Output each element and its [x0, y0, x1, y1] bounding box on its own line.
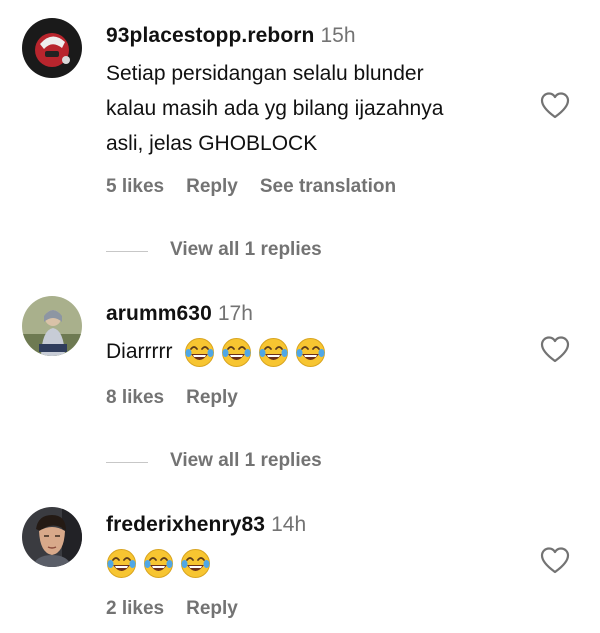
- username[interactable]: arumm630: [106, 302, 212, 325]
- likes-count[interactable]: 2 likes: [106, 598, 164, 619]
- comment-text-line: Setiap persidangan selalu blunder: [106, 62, 424, 85]
- comment-text: Diarrrrr: [106, 334, 536, 369]
- comment-actions: 8 likes Reply: [106, 387, 238, 409]
- likes-count[interactable]: 8 likes: [106, 387, 164, 408]
- timestamp: 14h: [271, 513, 307, 536]
- view-replies-button[interactable]: View all 1 replies: [170, 450, 322, 472]
- face-with-tears-of-joy-emoji: [221, 337, 252, 368]
- view-replies-button[interactable]: View all 1 replies: [170, 239, 322, 261]
- comment-text: Setiap persidangan selalu blunder kalau …: [106, 56, 536, 161]
- comment-text: [106, 545, 536, 580]
- replies-divider: [106, 251, 148, 252]
- comment-text-line: Diarrrrr: [106, 334, 536, 369]
- face-with-tears-of-joy-emoji: [258, 337, 289, 368]
- timestamp: 15h: [320, 24, 356, 47]
- comment-text-line: kalau masih ada yg bilang ijazahnya: [106, 97, 444, 120]
- comment-header: 93placestopp.reborn 15h: [106, 24, 356, 48]
- username[interactable]: frederixhenry83: [106, 513, 265, 536]
- comment-actions: 5 likes Reply See translation: [106, 176, 396, 198]
- reply-button[interactable]: Reply: [186, 176, 238, 197]
- face-with-tears-of-joy-emoji: [184, 337, 215, 368]
- avatar[interactable]: [22, 18, 82, 78]
- heart-outline-icon[interactable]: [539, 90, 571, 120]
- reply-button[interactable]: Reply: [186, 598, 238, 619]
- face-with-tears-of-joy-emoji: [295, 337, 326, 368]
- comment-header: frederixhenry83 14h: [106, 513, 306, 537]
- face-with-tears-of-joy-emoji: [106, 548, 137, 579]
- comment-text-line: [106, 545, 536, 580]
- reply-button[interactable]: Reply: [186, 387, 238, 408]
- see-translation-button[interactable]: See translation: [260, 176, 396, 197]
- heart-outline-icon[interactable]: [539, 334, 571, 364]
- avatar[interactable]: [22, 296, 82, 356]
- timestamp: 17h: [217, 302, 253, 325]
- avatar[interactable]: [22, 507, 82, 567]
- likes-count[interactable]: 5 likes: [106, 176, 164, 197]
- comment-text-value: Diarrrrr: [106, 340, 173, 363]
- face-with-tears-of-joy-emoji: [180, 548, 211, 579]
- username[interactable]: 93placestopp.reborn: [106, 24, 314, 47]
- face-with-tears-of-joy-emoji: [143, 548, 174, 579]
- comment-header: arumm630 17h: [106, 302, 253, 326]
- comment-text-line: asli, jelas GHOBLOCK: [106, 132, 318, 155]
- comment-actions: 2 likes Reply: [106, 598, 238, 620]
- heart-outline-icon[interactable]: [539, 545, 571, 575]
- replies-divider: [106, 462, 148, 463]
